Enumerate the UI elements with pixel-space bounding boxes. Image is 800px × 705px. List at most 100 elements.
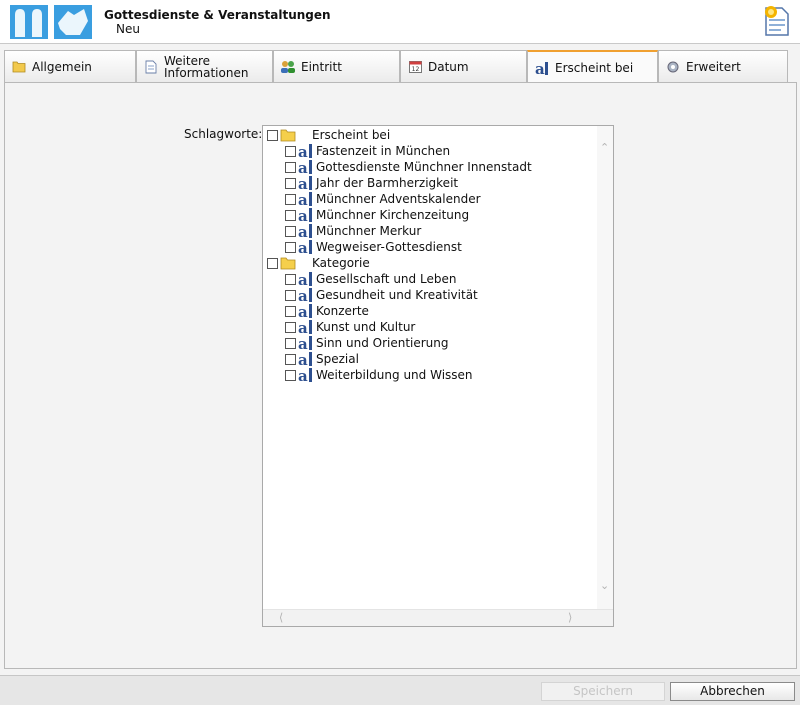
tag-a-icon: a: [298, 143, 312, 159]
tree-item: a Gottesdienste Münchner Innenstadt: [285, 159, 532, 175]
svg-text:a: a: [298, 351, 308, 367]
item-label: Konzerte: [316, 304, 369, 318]
item-label: Fastenzeit in München: [316, 144, 451, 158]
people-icon: [280, 59, 296, 75]
tab-label: Erweitert: [686, 59, 741, 74]
group-label: Kategorie: [312, 256, 370, 270]
item-label: Wegweiser-Gottesdienst: [316, 240, 462, 254]
tag-a-icon: a: [298, 159, 312, 175]
item-label: Jahr der Barmherzigkeit: [316, 176, 459, 190]
svg-text:12: 12: [411, 66, 419, 73]
item-checkbox[interactable]: [285, 353, 296, 365]
tree-item: a Münchner Adventskalender: [285, 191, 481, 207]
folder-icon: [280, 129, 296, 142]
svg-text:a: a: [298, 271, 308, 287]
item-checkbox[interactable]: [285, 241, 296, 253]
tag-a-icon: a: [298, 271, 312, 287]
item-checkbox[interactable]: [285, 161, 296, 173]
item-checkbox[interactable]: [285, 177, 296, 189]
document-icon: [143, 59, 159, 75]
dialog-footer: Speichern Abbrechen: [0, 675, 800, 705]
tree-item: a Fastenzeit in München: [285, 143, 450, 159]
group-checkbox[interactable]: [267, 257, 278, 269]
item-label: Sinn und Orientierung: [316, 336, 449, 350]
tab-label: Allgemein: [32, 59, 92, 74]
tab-label: Erscheint bei: [555, 60, 634, 75]
tree-item: a Gesellschaft und Leben: [285, 271, 456, 287]
tag-a-icon: a: [298, 207, 312, 223]
keywords-label: Schlagworte:: [184, 127, 263, 141]
gear-icon: [665, 59, 681, 75]
new-document-icon[interactable]: [763, 5, 791, 37]
svg-text:a: a: [298, 159, 308, 175]
item-label: Münchner Kirchenzeitung: [316, 208, 470, 222]
item-checkbox[interactable]: [285, 193, 296, 205]
horizontal-scrollbar[interactable]: ⟨ ⟩: [263, 609, 613, 626]
tree-item: a Spezial: [285, 351, 359, 367]
svg-text:a: a: [298, 191, 308, 207]
tab-label: Weitere Informationen: [164, 53, 249, 80]
item-label: Gottesdienste Münchner Innenstadt: [316, 160, 532, 174]
tree-item: a Wegweiser-Gottesdienst: [285, 239, 462, 255]
item-label: Weiterbildung und Wissen: [316, 368, 473, 382]
svg-text:a: a: [298, 319, 308, 335]
tab-label: Eintritt: [301, 59, 342, 74]
tab-label: Datum: [428, 59, 469, 74]
item-checkbox[interactable]: [285, 321, 296, 333]
window-subtitle: Neu: [116, 22, 140, 36]
tab-eintritt[interactable]: Eintritt: [273, 50, 400, 82]
item-label: Spezial: [316, 352, 359, 366]
item-label: Gesellschaft und Leben: [316, 272, 457, 286]
item-checkbox[interactable]: [285, 273, 296, 285]
save-button[interactable]: Speichern: [541, 682, 665, 701]
item-checkbox[interactable]: [285, 289, 296, 301]
tab-erweitert[interactable]: Erweitert: [658, 50, 788, 82]
scroll-right-icon[interactable]: ⟩: [568, 612, 572, 623]
tag-a-icon: a: [298, 239, 312, 255]
window-header: Gottesdienste & Veranstaltungen Neu: [0, 0, 800, 44]
tree-group: Erscheint bei: [267, 127, 390, 143]
tag-a-icon: a: [298, 319, 312, 335]
tab-erscheint-bei[interactable]: a Erscheint bei: [527, 50, 658, 83]
item-checkbox[interactable]: [285, 209, 296, 221]
item-checkbox[interactable]: [285, 369, 296, 381]
tree-item: a Jahr der Barmherzigkeit: [285, 175, 458, 191]
scroll-up-icon[interactable]: ⌃: [600, 142, 609, 153]
group-label: Erscheint bei: [312, 128, 391, 142]
cancel-button[interactable]: Abbrechen: [670, 682, 795, 701]
tree-item: a Münchner Merkur: [285, 223, 421, 239]
scroll-down-icon[interactable]: ⌄: [600, 580, 609, 591]
window-title: Gottesdienste & Veranstaltungen: [104, 8, 331, 22]
vertical-scrollbar[interactable]: ⌃ ⌄: [597, 126, 613, 610]
tab-datum[interactable]: 12 Datum: [400, 50, 527, 82]
item-checkbox[interactable]: [285, 305, 296, 317]
folder-icon: [11, 59, 27, 75]
svg-text:a: a: [298, 223, 308, 239]
tag-a-icon: a: [298, 335, 312, 351]
tab-allgemein[interactable]: Allgemein: [4, 50, 136, 82]
tree-item: a Weiterbildung und Wissen: [285, 367, 473, 383]
tag-a-icon: a: [298, 191, 312, 207]
item-checkbox[interactable]: [285, 145, 296, 157]
tag-a-icon: a: [534, 60, 550, 76]
app-logo-icon: [10, 5, 92, 39]
item-label: Münchner Merkur: [316, 224, 422, 238]
tag-a-icon: a: [298, 351, 312, 367]
svg-text:a: a: [298, 207, 308, 223]
svg-text:a: a: [298, 143, 308, 159]
tag-a-icon: a: [298, 303, 312, 319]
tab-weitere-informationen[interactable]: Weitere Informationen: [136, 50, 273, 82]
tree-item: a Münchner Kirchenzeitung: [285, 207, 469, 223]
tree-group: Kategorie: [267, 255, 370, 271]
item-checkbox[interactable]: [285, 337, 296, 349]
group-checkbox[interactable]: [267, 129, 278, 141]
svg-text:a: a: [298, 239, 308, 255]
svg-text:a: a: [298, 287, 308, 303]
tag-a-icon: a: [298, 287, 312, 303]
item-checkbox[interactable]: [285, 225, 296, 237]
tree-item: a Gesundheit und Kreativität: [285, 287, 478, 303]
keyword-tree[interactable]: Erscheint bei a Fastenzeit in München a …: [262, 125, 614, 627]
item-label: Gesundheit und Kreativität: [316, 288, 478, 302]
tag-a-icon: a: [298, 175, 312, 191]
scroll-left-icon[interactable]: ⟨: [279, 612, 283, 623]
